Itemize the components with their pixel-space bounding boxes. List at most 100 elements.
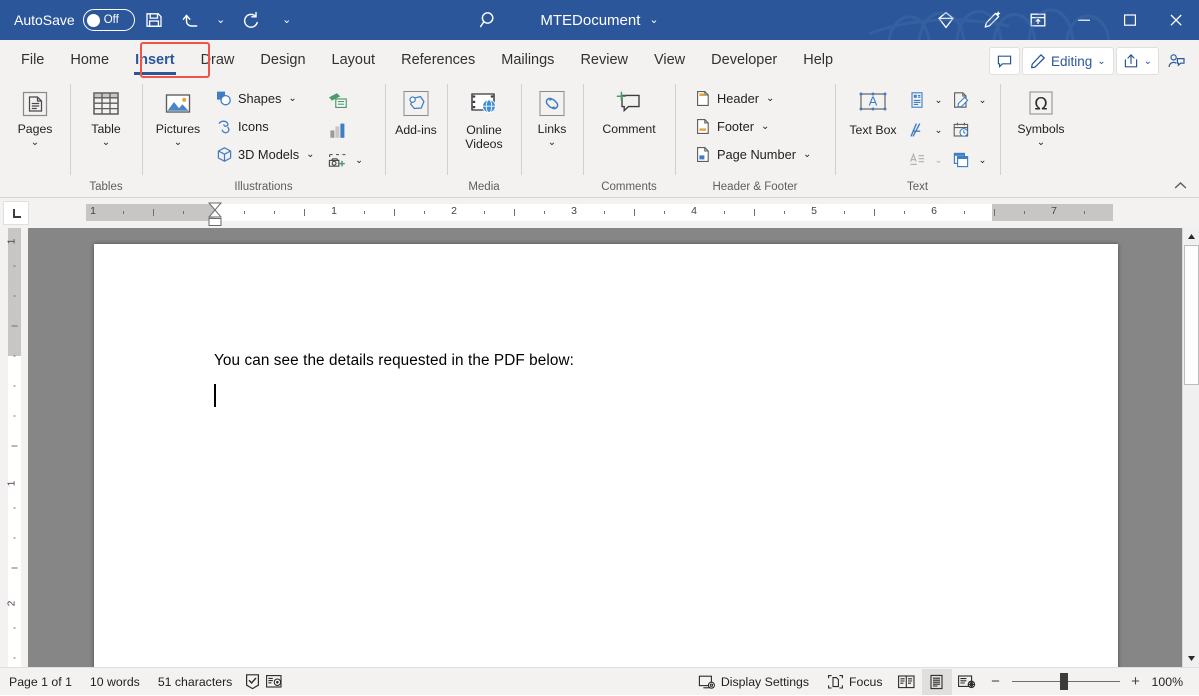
text-box-button[interactable]: A Text Box ⌄: [845, 83, 901, 137]
links-chevron-down-icon[interactable]: ⌄: [548, 138, 556, 148]
autosave-toggle[interactable]: Off: [83, 9, 135, 31]
icons-button[interactable]: Icons: [210, 113, 320, 140]
document-title-button[interactable]: MTEDocument ⌄: [540, 12, 658, 29]
indent-markers[interactable]: [206, 200, 224, 228]
add-ins-button[interactable]: Add-ins: [391, 83, 441, 137]
save-icon[interactable]: [135, 3, 173, 37]
designer-pen-icon[interactable]: [969, 0, 1015, 40]
new-comment-button[interactable]: Comment: [589, 83, 669, 137]
tab-design[interactable]: Design: [247, 43, 318, 77]
date-and-time-icon[interactable]: [947, 117, 975, 143]
redo-icon[interactable]: [231, 3, 269, 37]
pages-button[interactable]: Pages ⌄: [6, 83, 64, 148]
customize-quick-access-toolbar-icon[interactable]: ⌄: [277, 3, 297, 37]
smartart-icon[interactable]: [324, 87, 352, 113]
zoom-in-button[interactable]: +: [1128, 672, 1144, 692]
page-number-chevron-down-icon[interactable]: ⌄: [803, 149, 811, 160]
share-chevron-down-icon[interactable]: ⌄: [1144, 56, 1152, 67]
word-count[interactable]: 10 words: [81, 668, 149, 696]
tab-layout[interactable]: Layout: [319, 43, 389, 77]
zoom-slider-thumb[interactable]: [1060, 673, 1068, 690]
tab-view[interactable]: View: [641, 43, 698, 77]
editing-chevron-down-icon[interactable]: ⌄: [1097, 56, 1105, 67]
pages-chevron-down-icon[interactable]: ⌄: [31, 138, 39, 148]
quick-parts-icon[interactable]: [903, 87, 931, 113]
comments-button[interactable]: [989, 47, 1020, 75]
wordart-icon[interactable]: [903, 117, 931, 143]
tab-file[interactable]: File: [8, 43, 57, 77]
links-button[interactable]: Links ⌄: [527, 83, 577, 148]
signature-line-chevron-down-icon[interactable]: ⌄: [976, 95, 989, 106]
quick-parts-chevron-down-icon[interactable]: ⌄: [932, 95, 945, 106]
wordart-chevron-down-icon[interactable]: ⌄: [932, 125, 945, 136]
ribbon-display-options-icon[interactable]: [1015, 0, 1061, 40]
scrollbar-track[interactable]: [1183, 245, 1199, 650]
editing-mode-button[interactable]: Editing ⌄: [1022, 47, 1114, 75]
share-button[interactable]: ⌄: [1116, 47, 1159, 75]
zoom-slider[interactable]: [1012, 681, 1120, 683]
screenshot-icon[interactable]: [324, 147, 352, 173]
pictures-button[interactable]: Pictures ⌄: [148, 83, 208, 148]
undo-dropdown-chevron-icon[interactable]: ⌄: [211, 3, 231, 37]
zoom-value[interactable]: 100%: [1152, 675, 1189, 689]
vertical-ruler[interactable]: 1 1 2: [0, 228, 28, 667]
3d-models-chevron-down-icon[interactable]: ⌄: [306, 149, 314, 160]
web-layout-icon[interactable]: [952, 669, 982, 695]
shapes-button[interactable]: Shapes ⌄: [210, 85, 320, 112]
left-tab-stop-icon[interactable]: [3, 201, 29, 225]
horizontal-ruler[interactable]: 1 1 2 3 4 5 6: [86, 204, 1113, 221]
character-count[interactable]: 51 characters: [149, 668, 242, 696]
focus-button[interactable]: Focus: [818, 668, 892, 696]
header-chevron-down-icon[interactable]: ⌄: [766, 93, 774, 104]
pictures-chevron-down-icon[interactable]: ⌄: [174, 138, 182, 148]
scroll-up-arrow-icon[interactable]: [1183, 228, 1199, 245]
proofing-errors-icon[interactable]: [241, 668, 263, 696]
collapse-ribbon-chevron-icon[interactable]: [1169, 175, 1191, 195]
document-body-text[interactable]: You can see the details requested in the…: [214, 352, 574, 370]
tab-help[interactable]: Help: [790, 43, 846, 77]
scroll-down-arrow-icon[interactable]: [1183, 650, 1199, 667]
print-layout-icon[interactable]: [922, 669, 952, 695]
shapes-chevron-down-icon[interactable]: ⌄: [288, 93, 296, 104]
footer-chevron-down-icon[interactable]: ⌄: [761, 121, 769, 132]
tab-insert[interactable]: Insert: [122, 43, 188, 77]
3d-models-button[interactable]: 3D Models ⌄: [210, 141, 320, 168]
accessibility-checker-icon[interactable]: [263, 668, 285, 696]
object-chevron-down-icon[interactable]: ⌄: [976, 155, 989, 166]
symbols-button[interactable]: Ω Symbols ⌄: [1006, 83, 1076, 148]
display-settings-button[interactable]: Display Settings: [689, 668, 818, 696]
page-status[interactable]: Page 1 of 1: [0, 668, 81, 696]
tab-draw[interactable]: Draw: [188, 43, 248, 77]
signature-line-icon[interactable]: [947, 87, 975, 113]
document-title-chevron-down-icon[interactable]: ⌄: [649, 15, 658, 26]
online-videos-button[interactable]: Online Videos: [453, 83, 515, 151]
screenshot-chevron-down-icon[interactable]: ⌄: [353, 155, 366, 166]
header-button[interactable]: Header ⌄: [689, 85, 816, 112]
table-chevron-down-icon[interactable]: ⌄: [102, 138, 110, 148]
undo-icon[interactable]: [173, 3, 211, 37]
page-number-button[interactable]: Page Number ⌄: [689, 141, 816, 168]
drop-cap-icon[interactable]: [903, 147, 931, 173]
chart-icon[interactable]: [324, 117, 352, 143]
copilot-diamond-icon[interactable]: [923, 0, 969, 40]
symbols-chevron-down-icon[interactable]: ⌄: [1037, 138, 1045, 148]
tab-home[interactable]: Home: [57, 43, 122, 77]
scrollbar-thumb[interactable]: [1184, 245, 1199, 385]
zoom-out-button[interactable]: −: [988, 672, 1004, 692]
minimize-icon[interactable]: [1061, 0, 1107, 40]
document-page[interactable]: You can see the details requested in the…: [94, 244, 1118, 667]
page-canvas[interactable]: You can see the details requested in the…: [28, 228, 1182, 667]
footer-button[interactable]: Footer ⌄: [689, 113, 816, 140]
drop-cap-chevron-down-icon[interactable]: ⌄: [932, 155, 945, 166]
object-icon[interactable]: [947, 147, 975, 173]
read-mode-icon[interactable]: [892, 669, 922, 695]
table-button[interactable]: Table ⌄: [76, 83, 136, 148]
vertical-scrollbar[interactable]: [1182, 228, 1199, 667]
close-icon[interactable]: [1153, 0, 1199, 40]
tab-references[interactable]: References: [388, 43, 488, 77]
search-icon[interactable]: [470, 3, 508, 37]
tab-review[interactable]: Review: [567, 43, 641, 77]
tab-mailings[interactable]: Mailings: [488, 43, 567, 77]
collaborate-person-icon[interactable]: [1161, 47, 1191, 75]
tab-developer[interactable]: Developer: [698, 43, 790, 77]
